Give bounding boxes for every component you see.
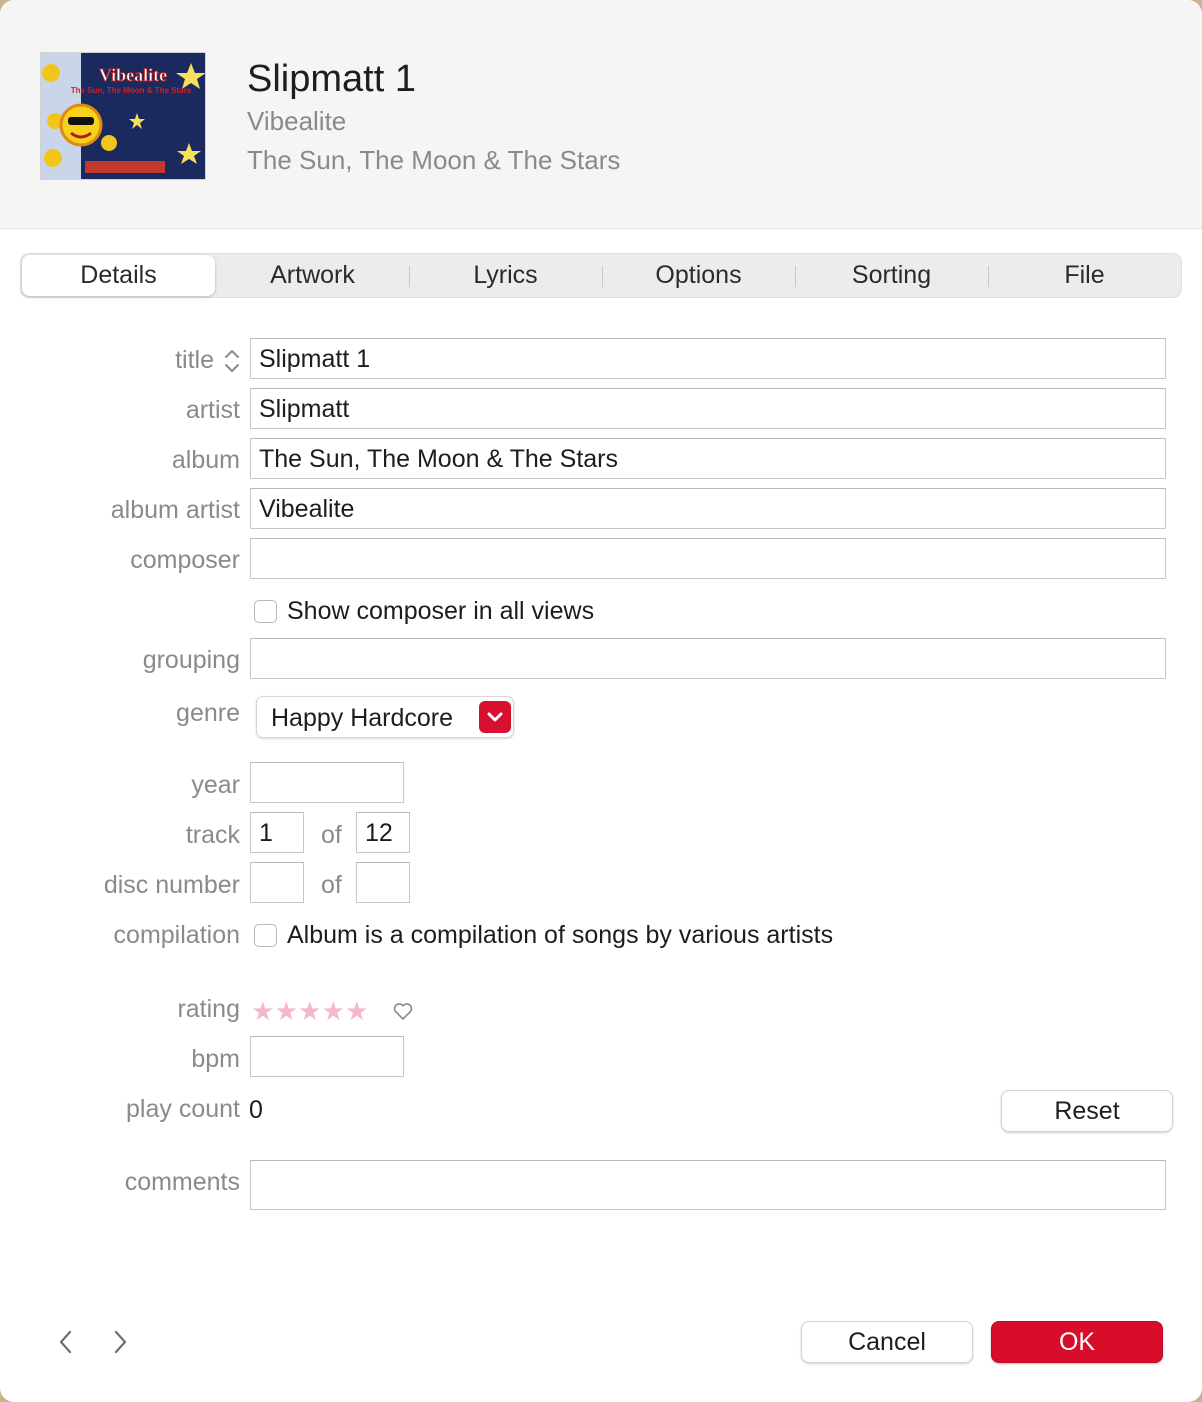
- artwork-subtitle-text: The Sun, The Moon & The Stars: [71, 86, 192, 95]
- album-artist-field[interactable]: Vibealite: [250, 488, 1166, 529]
- star-icon[interactable]: ★: [345, 996, 369, 1026]
- compilation-checkbox-label: Album is a compilation of songs by vario…: [287, 921, 834, 949]
- chevron-left-icon[interactable]: [54, 1327, 78, 1357]
- comments-field[interactable]: [250, 1160, 1166, 1210]
- song-album: The Sun, The Moon & The Stars: [247, 145, 621, 175]
- star-icon[interactable]: ★: [298, 996, 322, 1026]
- artist-label: artist: [185, 396, 240, 424]
- rating-label: rating: [177, 995, 240, 1023]
- genre-popup[interactable]: Happy Hardcore: [256, 696, 514, 738]
- album-field[interactable]: The Sun, The Moon & The Stars: [250, 438, 1166, 479]
- tab-options[interactable]: Options: [602, 254, 795, 297]
- track-of-label: of: [321, 821, 342, 849]
- tab-artwork[interactable]: Artwork: [216, 254, 409, 297]
- composer-label: composer: [130, 546, 240, 574]
- chevron-down-icon: [479, 701, 511, 733]
- album-artwork: Vibealite The Sun, The Moon & The Stars: [40, 52, 206, 180]
- reset-button[interactable]: Reset: [1001, 1090, 1173, 1132]
- year-label: year: [191, 771, 240, 799]
- song-title: Slipmatt 1: [247, 58, 416, 100]
- play-count-value: 0: [249, 1096, 263, 1124]
- chevron-up-down-icon[interactable]: [222, 345, 242, 377]
- grouping-field[interactable]: [250, 638, 1166, 679]
- chevron-right-icon[interactable]: [108, 1327, 132, 1357]
- composer-field[interactable]: [250, 538, 1166, 579]
- star-icon[interactable]: ★: [322, 996, 346, 1026]
- compilation-checkbox[interactable]: [254, 924, 277, 947]
- tab-lyrics[interactable]: Lyrics: [409, 254, 602, 297]
- star-icon[interactable]: ★: [275, 996, 299, 1026]
- year-field[interactable]: [250, 762, 404, 803]
- artwork-title-text: Vibealite: [99, 65, 167, 85]
- album-label: album: [171, 446, 240, 474]
- tab-file[interactable]: File: [988, 254, 1181, 297]
- bpm-field[interactable]: [250, 1036, 404, 1077]
- tab-bar: Details Artwork Lyrics Options Sorting F…: [20, 253, 1182, 298]
- dialog-header: Vibealite The Sun, The Moon & The Stars …: [0, 0, 1202, 229]
- disc-number-field[interactable]: [250, 862, 304, 903]
- disc-total-field[interactable]: [356, 862, 410, 903]
- title-label: title: [175, 346, 214, 374]
- song-artist: Vibealite: [247, 106, 347, 136]
- bpm-label: bpm: [191, 1045, 240, 1073]
- track-total-field[interactable]: 12: [356, 812, 410, 853]
- song-info-dialog: Vibealite The Sun, The Moon & The Stars …: [0, 0, 1202, 1402]
- album-artist-label: album artist: [110, 496, 240, 524]
- star-icon[interactable]: ★: [251, 996, 275, 1026]
- show-composer-label: Show composer in all views: [287, 597, 595, 625]
- disc-number-label: disc number: [103, 871, 240, 899]
- genre-value: Happy Hardcore: [271, 704, 454, 732]
- grouping-label: grouping: [142, 646, 240, 674]
- tab-details[interactable]: Details: [22, 255, 215, 296]
- track-label: track: [185, 821, 240, 849]
- rating-stars[interactable]: ★ ★ ★ ★ ★: [251, 996, 369, 1026]
- cancel-button[interactable]: Cancel: [801, 1321, 973, 1363]
- ok-button[interactable]: OK: [991, 1321, 1163, 1363]
- comments-label: comments: [124, 1168, 240, 1196]
- track-number-field[interactable]: 1: [250, 812, 304, 853]
- genre-label: genre: [176, 699, 240, 727]
- heart-icon[interactable]: [391, 999, 415, 1023]
- play-count-label: play count: [126, 1095, 240, 1123]
- compilation-label: compilation: [113, 921, 240, 949]
- artist-field[interactable]: Slipmatt: [250, 388, 1166, 429]
- tab-sorting[interactable]: Sorting: [795, 254, 988, 297]
- disc-of-label: of: [321, 871, 342, 899]
- title-field[interactable]: Slipmatt 1: [250, 338, 1166, 379]
- show-composer-checkbox[interactable]: [254, 600, 277, 623]
